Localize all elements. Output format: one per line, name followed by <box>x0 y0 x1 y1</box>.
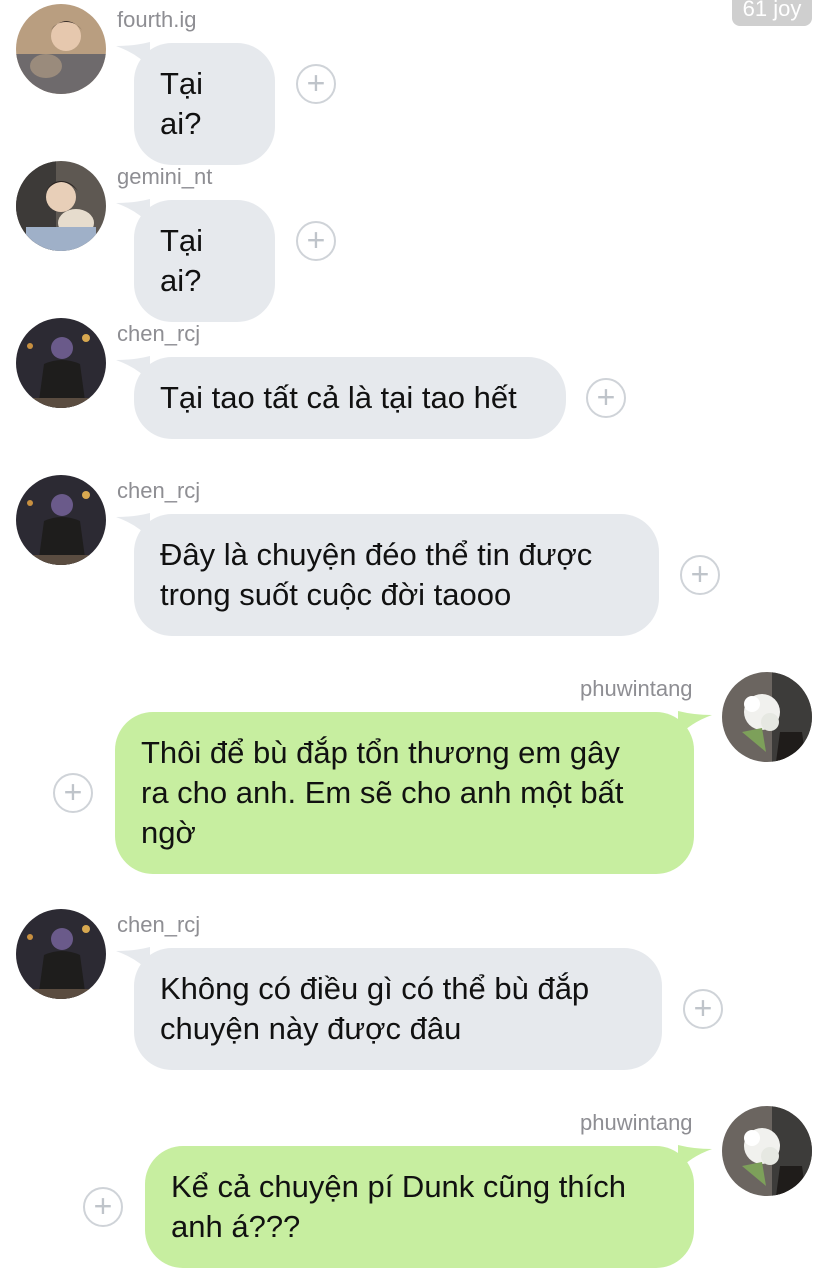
username: gemini_nt <box>117 164 213 189</box>
message-bubble[interactable]: Thôi để bù đắp tổn thương em gây ra cho … <box>115 712 694 874</box>
username: phuwintang <box>580 676 693 701</box>
username: chen_rcj <box>117 321 201 346</box>
message-bubble[interactable]: Tại tao tất cả là tại tao hết <box>134 357 566 439</box>
add-reaction-icon[interactable]: + <box>586 378 626 418</box>
add-reaction-icon[interactable]: + <box>53 773 93 813</box>
message-row: chen_rcj Đây là chuyện đéo thể tin được … <box>0 471 828 641</box>
avatar[interactable] <box>722 1106 812 1196</box>
username: chen_rcj <box>117 478 201 503</box>
add-reaction-icon[interactable]: + <box>296 64 336 104</box>
message-bubble[interactable]: Tại ai? <box>134 43 275 165</box>
message-bubble[interactable]: Kể cả chuyện pí Dunk cũng thích anh á??? <box>145 1146 694 1268</box>
avatar[interactable] <box>16 909 106 999</box>
message-bubble[interactable]: Không có điều gì có thể bù đắp chuyện nà… <box>134 948 662 1070</box>
avatar[interactable] <box>16 4 106 94</box>
avatar[interactable] <box>16 161 106 251</box>
username: phuwintang <box>580 1110 693 1135</box>
add-reaction-icon[interactable]: + <box>683 989 723 1029</box>
username: chen_rcj <box>117 912 201 937</box>
message-row: chen_rcj Không có điều gì có thể bù đắp … <box>0 905 828 1080</box>
avatar[interactable] <box>16 475 106 565</box>
add-reaction-icon[interactable]: + <box>83 1187 123 1227</box>
message-row: gemini_nt Tại ai? + <box>0 157 828 322</box>
add-reaction-icon[interactable]: + <box>680 555 720 595</box>
message-bubble[interactable]: Tại ai? <box>134 200 275 322</box>
message-row: phuwintang Kể cả chuyện pí Dunk cũng thí… <box>0 1103 828 1272</box>
username: fourth.ig <box>117 7 197 32</box>
avatar[interactable] <box>722 672 812 762</box>
message-row: fourth.ig Tại ai? + <box>0 0 828 165</box>
message-bubble[interactable]: Đây là chuyện đéo thể tin được trong suố… <box>134 514 659 636</box>
avatar[interactable] <box>16 318 106 408</box>
message-row: phuwintang Thôi để bù đắp tổn thương em … <box>0 669 828 879</box>
add-reaction-icon[interactable]: + <box>296 221 336 261</box>
message-row: chen_rcj Tại tao tất cả là tại tao hết + <box>0 314 828 454</box>
